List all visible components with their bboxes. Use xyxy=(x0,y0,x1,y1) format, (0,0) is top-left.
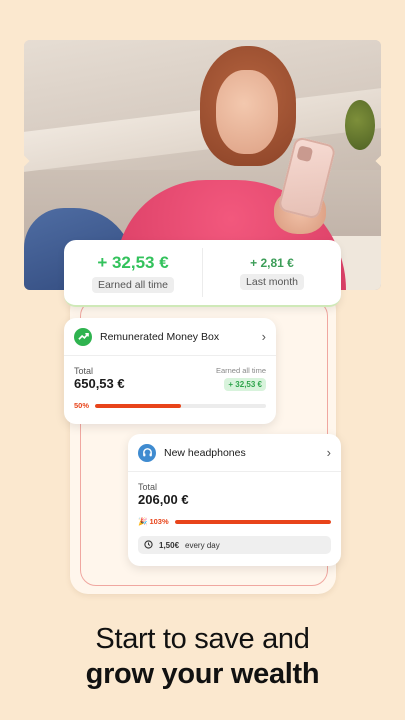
goal-progress-track xyxy=(174,519,331,524)
goal-total-value: 206,00 € xyxy=(138,492,189,507)
chevron-right-icon[interactable]: › xyxy=(327,445,331,460)
goal-title: New headphones xyxy=(164,446,246,459)
last-month-label: Last month xyxy=(240,273,304,290)
party-icon: 🎉 xyxy=(138,517,148,526)
money-box-card[interactable]: Remunerated Money Box › Total 650,53 € E… xyxy=(64,318,276,424)
earnings-all-time: + 32,53 € Earned all time xyxy=(64,240,202,305)
money-box-progress-fill xyxy=(95,403,181,408)
daily-text: every day xyxy=(185,540,220,550)
money-box-earned-badge: + 32,53 € xyxy=(224,378,266,391)
goal-progress-fill xyxy=(174,519,331,524)
headline-line1: Start to save and xyxy=(95,623,310,655)
clock-icon xyxy=(144,539,153,551)
earnings-last-month: + 2,81 € Last month xyxy=(202,248,341,297)
money-box-progress-track xyxy=(95,403,266,408)
goal-header[interactable]: New headphones › xyxy=(128,434,341,472)
money-box-title: Remunerated Money Box xyxy=(100,330,220,343)
last-month-value: + 2,81 € xyxy=(250,255,294,270)
chevron-right-icon[interactable]: › xyxy=(262,329,266,344)
daily-saving-row: 1,50€ every day xyxy=(138,536,331,554)
earned-all-time-value: + 32,53 € xyxy=(97,252,169,272)
headphones-icon xyxy=(138,443,156,462)
daily-amount: 1,50€ xyxy=(159,540,180,550)
money-box-total-value: 650,53 € xyxy=(74,376,125,391)
goal-card[interactable]: New headphones › Total 206,00 € 🎉 103% 1… xyxy=(128,434,341,566)
money-box-total-label: Total xyxy=(74,366,94,376)
earnings-card: + 32,53 € Earned all time + 2,81 € Last … xyxy=(64,240,341,307)
goal-progress-value: 103% xyxy=(149,517,169,526)
trend-up-icon xyxy=(74,327,92,346)
money-box-progress: 50% xyxy=(64,391,276,410)
goal-progress: 🎉 103% xyxy=(128,507,341,536)
money-box-earned-label: Earned all time xyxy=(215,366,266,375)
money-box-header[interactable]: Remunerated Money Box › xyxy=(64,318,276,356)
earned-all-time-label: Earned all time xyxy=(91,276,175,293)
money-box-progress-label: 50% xyxy=(74,401,90,410)
headline-line2: grow your wealth xyxy=(85,658,320,690)
headline: Start to save and grow your wealth xyxy=(0,622,405,692)
goal-total-label: Total xyxy=(138,482,158,492)
goal-progress-label: 🎉 103% xyxy=(138,517,169,526)
